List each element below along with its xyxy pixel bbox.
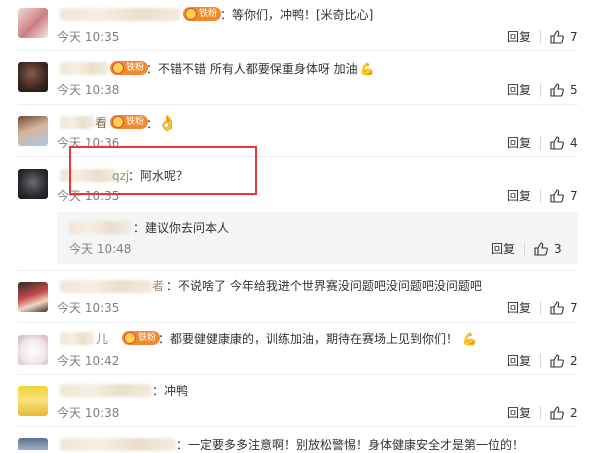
avatar[interactable]: [18, 116, 48, 146]
medal-icon: [185, 8, 197, 20]
avatar[interactable]: [18, 335, 48, 365]
divider: [540, 30, 541, 44]
like-button[interactable]: 7: [550, 188, 578, 204]
avatar[interactable]: [18, 386, 48, 416]
like-count: 2: [570, 354, 578, 368]
like-count: 3: [554, 242, 562, 256]
comment-text: ：不错不错 所有人都要保重身体呀 加油 💪: [146, 61, 375, 77]
username[interactable]: [60, 116, 94, 129]
reply-button[interactable]: 回复: [507, 353, 531, 369]
badge-label: 铁粉: [138, 333, 157, 343]
username[interactable]: [60, 62, 108, 75]
thumbs-up-icon: [550, 30, 564, 44]
thumbs-up-icon: [550, 406, 564, 420]
comment-item: 铁粉 ：等你们，冲鸭！[米奇比心] 今天 10:35 回复 7: [0, 0, 597, 50]
medal-icon: [112, 116, 124, 128]
comment-text: ：冲鸭: [152, 384, 189, 398]
comment-time: 今天 10:35: [57, 301, 120, 315]
comment-item: ：冲鸭 今天 10:38 回复 2: [0, 374, 597, 426]
ok-hand-emoji-icon: 👌: [158, 114, 177, 132]
reply-button[interactable]: 回复: [491, 241, 515, 257]
comment-text: ：不说啥了 今年给我进个世界赛没问题吧没问题吧没问题吧: [166, 279, 482, 293]
reply-button[interactable]: 回复: [507, 29, 531, 45]
username[interactable]: [69, 221, 131, 234]
like-button[interactable]: 7: [550, 29, 578, 45]
thumbs-up-icon: [534, 242, 548, 256]
reply-button[interactable]: 回复: [507, 82, 531, 98]
username-fragment: 看: [95, 116, 108, 130]
badge-label: 铁粉: [126, 117, 145, 127]
comment-text-content: ：: [146, 117, 159, 131]
fan-badge: 铁粉: [110, 115, 149, 129]
avatar[interactable]: [18, 438, 48, 450]
like-button[interactable]: 5: [550, 82, 578, 98]
thumbs-up-icon: [550, 189, 564, 203]
comment-text: ：建议你去问本人: [133, 221, 230, 235]
like-button[interactable]: 2: [550, 353, 578, 369]
comment-text: ：一定要多多注意啊！别放松警惕！身体健康安全才是第一位的！: [176, 438, 525, 452]
comment-item: 铁粉 ：不错不错 所有人都要保重身体呀 加油 💪 今天 10:38 回复 5: [0, 50, 597, 104]
like-count: 4: [570, 136, 578, 150]
like-count: 5: [570, 83, 578, 97]
like-count: 7: [570, 30, 578, 44]
comment-text: ：👌: [146, 115, 177, 132]
badge-label: 铁粉: [199, 9, 218, 19]
divider: [540, 136, 541, 150]
reply-button[interactable]: 回复: [507, 300, 531, 316]
medal-icon: [124, 332, 136, 344]
like-count: 7: [570, 189, 578, 203]
thumbs-up-icon: [550, 354, 564, 368]
reply-thread: ：建议你去问本人 今天 10:48 回复 3: [57, 212, 578, 264]
thumbs-up-icon: [550, 301, 564, 315]
reply-button[interactable]: 回复: [507, 135, 531, 151]
comment-text-content: ：都要健健康康的，训练加油，期待在赛场上见到你们！: [158, 332, 459, 346]
comment-text: ：等你们，冲鸭！[米奇比心]: [220, 8, 374, 22]
divider: [540, 406, 541, 420]
avatar[interactable]: [18, 169, 48, 199]
badge-label: 铁粉: [126, 63, 145, 73]
avatar[interactable]: [18, 8, 48, 38]
thumbs-up-icon: [550, 136, 564, 150]
comment-text: ：都要健健康康的，训练加油，期待在赛场上见到你们！ 💪: [158, 331, 477, 347]
like-count: 2: [570, 406, 578, 420]
reply-button[interactable]: 回复: [507, 405, 531, 421]
fan-badge: 铁粉: [183, 7, 222, 21]
username-fragment: 儿: [96, 332, 109, 346]
like-count: 7: [570, 301, 578, 315]
divider: [540, 83, 541, 97]
comment-text-content: ：不错不错 所有人都要保重身体呀 加油: [146, 62, 358, 76]
fan-badge: 铁粉: [122, 331, 161, 345]
comment-time: 今天 10:35: [57, 30, 120, 44]
username[interactable]: [60, 384, 152, 397]
divider: [540, 301, 541, 315]
comment-time: 今天 10:42: [57, 354, 120, 368]
avatar[interactable]: [18, 62, 48, 92]
medal-icon: [112, 62, 124, 74]
avatar[interactable]: [18, 282, 48, 312]
comment-time: 今天 10:38: [57, 83, 120, 97]
username[interactable]: [60, 332, 94, 345]
like-button[interactable]: 2: [550, 405, 578, 421]
reply-button[interactable]: 回复: [507, 188, 531, 204]
username[interactable]: [60, 280, 152, 293]
divider: [540, 354, 541, 368]
username[interactable]: [60, 438, 176, 451]
username-fragment: 者: [152, 279, 165, 293]
divider: [540, 189, 541, 203]
comment-item: 儿 铁粉 ：都要健健康康的，训练加油，期待在赛场上见到你们！ 💪 今天 10:42…: [0, 322, 597, 374]
divider: [524, 242, 525, 256]
comment-item: 者 ：不说啥了 今年给我进个世界赛没问题吧没问题吧没问题吧 今天 10:35 回…: [0, 270, 597, 322]
fan-badge: 铁粉: [110, 61, 149, 75]
like-button[interactable]: 4: [550, 135, 578, 151]
highlight-box: [69, 146, 257, 195]
like-button[interactable]: 7: [550, 300, 578, 316]
comment-item: ：一定要多多注意啊！别放松警惕！身体健康安全才是第一位的！: [0, 426, 597, 452]
comment-time: 今天 10:38: [57, 406, 120, 420]
comment-time: 今天 10:48: [69, 242, 132, 256]
strong-arm-emoji-icon: 💪: [462, 332, 477, 346]
strong-arm-emoji-icon: 💪: [359, 62, 375, 76]
like-button[interactable]: 3: [534, 241, 562, 257]
username[interactable]: [60, 8, 180, 21]
thumbs-up-icon: [550, 83, 564, 97]
